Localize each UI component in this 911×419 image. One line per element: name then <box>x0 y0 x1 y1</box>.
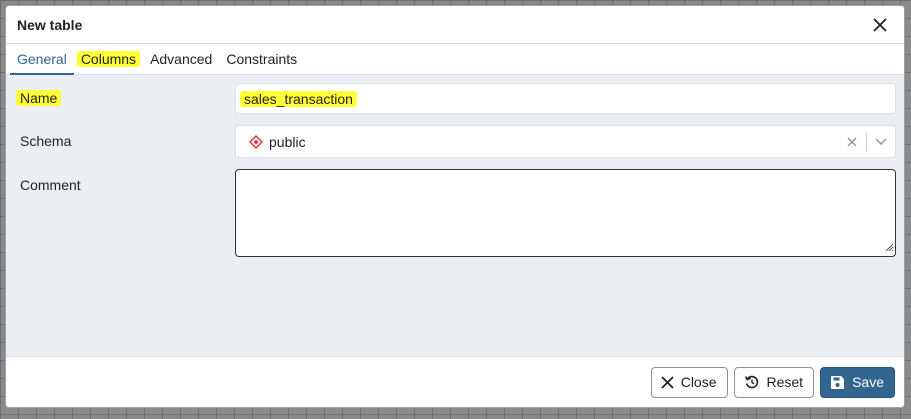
schema-icon <box>249 134 263 149</box>
name-label: Name <box>16 90 62 106</box>
tab-general[interactable]: General <box>10 44 74 75</box>
close-button[interactable]: Close <box>650 366 728 398</box>
tab-advanced-label: Advanced <box>150 51 213 67</box>
clear-icon[interactable] <box>838 136 866 147</box>
resize-grip-icon[interactable] <box>884 239 894 255</box>
form-body: Name sales_transaction Schema public Com… <box>6 75 904 357</box>
reset-button-label: Reset <box>766 374 804 390</box>
name-input[interactable]: sales_transaction <box>235 83 896 114</box>
schema-label: Schema <box>20 133 72 149</box>
name-input-value: sales_transaction <box>240 90 357 107</box>
chevron-down-icon[interactable] <box>867 137 895 146</box>
dialog-title: New table <box>17 16 83 33</box>
save-icon <box>830 375 845 390</box>
tab-constraints[interactable]: Constraints <box>219 44 304 74</box>
dialog-titlebar: New table <box>6 6 904 44</box>
dialog-footer: Close Reset Save <box>6 356 904 407</box>
close-button-label: Close <box>680 374 717 390</box>
save-button-label: Save <box>852 374 884 390</box>
comment-label: Comment <box>20 177 81 193</box>
name-label-text: Name <box>16 90 62 106</box>
tab-advanced[interactable]: Advanced <box>143 44 219 74</box>
reset-icon <box>744 374 760 390</box>
tab-columns-label: Columns <box>76 51 141 67</box>
close-icon[interactable] <box>868 13 892 37</box>
reset-button[interactable]: Reset <box>733 366 815 398</box>
tab-constraints-label: Constraints <box>226 51 298 67</box>
tab-bar: General Columns Advanced Constraints <box>6 44 904 75</box>
schema-value: public <box>269 133 306 150</box>
new-table-dialog: New table General Columns Advanced Const… <box>5 5 905 408</box>
tab-columns[interactable]: Columns <box>74 44 143 74</box>
close-icon <box>661 375 674 389</box>
comment-textarea[interactable] <box>235 169 896 257</box>
schema-select[interactable]: public <box>235 125 896 158</box>
save-button[interactable]: Save <box>820 366 895 398</box>
schema-controls <box>838 126 895 157</box>
tab-general-label: General <box>17 51 67 67</box>
